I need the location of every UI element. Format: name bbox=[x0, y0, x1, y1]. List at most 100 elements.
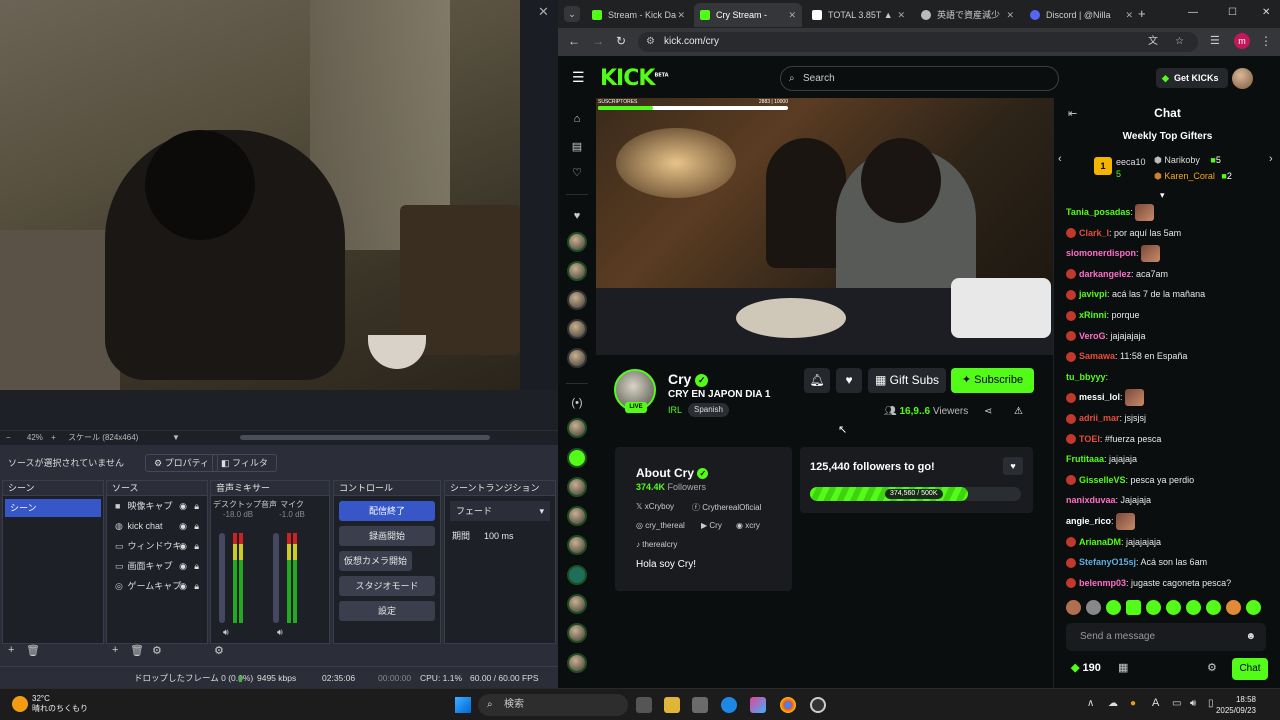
store-icon[interactable] bbox=[692, 697, 708, 713]
menu-kebab-icon[interactable]: ⋮ bbox=[1260, 34, 1272, 48]
speaker-icon[interactable]: 🔊︎ bbox=[223, 627, 229, 638]
file-explorer-icon[interactable] bbox=[664, 697, 680, 713]
add-icon[interactable]: + bbox=[112, 644, 118, 656]
eye-icon[interactable]: ◉ bbox=[179, 576, 187, 596]
forward-icon[interactable]: → bbox=[592, 34, 604, 48]
emote-icon[interactable] bbox=[1106, 600, 1121, 615]
gear-icon[interactable]: ⚙ bbox=[152, 644, 162, 657]
gift-subs-button[interactable]: ▦ Gift Subs bbox=[868, 368, 946, 393]
network-icon[interactable]: ▭ bbox=[1172, 698, 1181, 709]
tab-cry-stream[interactable]: Cry Stream - ✕ bbox=[694, 3, 802, 27]
language-tag[interactable]: Spanish bbox=[688, 403, 729, 417]
emote-icon[interactable] bbox=[1146, 600, 1161, 615]
share-icon[interactable]: ⋖ bbox=[984, 406, 992, 417]
social-link-facebook[interactable]: ⓕ CrytherealOficial bbox=[692, 502, 761, 513]
site-info-icon[interactable]: ⚙ bbox=[646, 32, 655, 52]
emote-icon[interactable] bbox=[1166, 600, 1181, 615]
recommended-channel-avatar[interactable] bbox=[567, 477, 587, 497]
copilot-icon[interactable] bbox=[750, 697, 766, 713]
send-chat-button[interactable]: Chat bbox=[1232, 658, 1268, 680]
transition-select[interactable]: フェード ▾ bbox=[450, 501, 550, 521]
social-link-instagram[interactable]: ◎ cry_thereal bbox=[636, 521, 685, 530]
close-icon[interactable]: ✕ bbox=[538, 4, 549, 20]
translate-icon[interactable]: 文 bbox=[1148, 32, 1158, 52]
chat-username[interactable]: adrii_mar bbox=[1079, 413, 1120, 423]
tab-kick-dashboard[interactable]: Stream - Kick Da ✕ bbox=[586, 3, 691, 27]
goal-heart-button[interactable]: ♥ bbox=[1003, 457, 1023, 475]
source-item[interactable]: ▭ ウィンドウキ ◉ 🔒︎ bbox=[107, 536, 207, 556]
tab-english[interactable]: 英語で資産減少 ✕ bbox=[915, 3, 1020, 27]
kick-logo[interactable]: KICKBETA bbox=[600, 66, 669, 91]
chevron-left-icon[interactable]: ‹ bbox=[1058, 153, 1062, 165]
chat-username[interactable]: nanixduvaa bbox=[1066, 495, 1116, 505]
recommended-channel-avatar[interactable] bbox=[567, 418, 587, 438]
windows-start-icon[interactable] bbox=[455, 697, 471, 713]
recommended-channel-avatar[interactable] bbox=[567, 594, 587, 614]
chat-username[interactable]: javivpi bbox=[1079, 289, 1107, 299]
kicks-balance[interactable]: ◆ 190 bbox=[1071, 661, 1101, 674]
expand-gifters-icon[interactable]: ▾ bbox=[1160, 190, 1165, 201]
source-item[interactable]: ▭ 画面キャプ ◉ 🔒︎ bbox=[107, 556, 207, 576]
source-item[interactable]: ■ 映像キャプ ◉ 🔒︎ bbox=[107, 496, 207, 516]
close-icon[interactable]: ✕ bbox=[788, 3, 796, 27]
studio-mode-button[interactable]: スタジオモード bbox=[339, 576, 435, 596]
chat-username[interactable]: siomonerdispon bbox=[1066, 248, 1136, 258]
obs-icon[interactable] bbox=[810, 697, 826, 713]
notification-bell-button[interactable]: 🔔︎ bbox=[804, 368, 830, 393]
close-icon[interactable]: ✕ bbox=[1006, 3, 1014, 27]
tab-discord[interactable]: Discord | @Nilla ✕ bbox=[1024, 3, 1139, 27]
close-icon[interactable]: ✕ bbox=[1125, 3, 1133, 27]
followed-channel-avatar[interactable] bbox=[567, 290, 587, 310]
url-input[interactable]: ⚙ kick.com/cry 文 ☆ bbox=[638, 32, 1198, 52]
recommended-channel-avatar[interactable] bbox=[567, 565, 587, 585]
gifter-rank-3[interactable]: ⬢ Karen_Coral ■2 bbox=[1154, 171, 1232, 182]
emote-icon[interactable] bbox=[1206, 600, 1221, 615]
channel-name[interactable]: Cry bbox=[668, 371, 691, 387]
recommended-channel-avatar[interactable] bbox=[567, 623, 587, 643]
tray-chevron-icon[interactable]: ∧ bbox=[1087, 698, 1094, 709]
recommended-channel-avatar[interactable] bbox=[567, 535, 587, 555]
clock[interactable]: 18:58 2025/09/23 bbox=[1216, 694, 1256, 716]
weather-icon[interactable] bbox=[12, 696, 28, 712]
eye-icon[interactable]: ◉ bbox=[179, 516, 187, 536]
chat-username[interactable]: StefanyO15sj bbox=[1079, 557, 1136, 567]
emote-icon[interactable] bbox=[1226, 600, 1241, 615]
chat-username[interactable]: ArianaDM bbox=[1079, 537, 1121, 547]
chat-settings-icon[interactable]: ⚙ bbox=[1207, 661, 1217, 674]
social-link-discord[interactable]: ◉ xcry bbox=[736, 521, 760, 530]
volume-fader[interactable] bbox=[273, 533, 279, 623]
get-kicks-button[interactable]: ◆ Get KICKs bbox=[1156, 68, 1228, 88]
chevron-right-icon[interactable]: › bbox=[1269, 153, 1273, 165]
close-icon[interactable]: ✕ bbox=[677, 3, 685, 27]
bookmark-star-icon[interactable]: ☆ bbox=[1175, 32, 1184, 52]
settings-button[interactable]: 設定 bbox=[339, 601, 435, 621]
lock-icon[interactable]: 🔒︎ bbox=[194, 536, 199, 556]
lock-icon[interactable]: 🔒︎ bbox=[194, 496, 199, 516]
close-window-icon[interactable]: ✕ bbox=[1262, 7, 1270, 18]
chat-username[interactable]: GisselleVS bbox=[1079, 475, 1126, 485]
maximize-icon[interactable]: ☐ bbox=[1228, 7, 1237, 18]
chat-username[interactable]: VeroG bbox=[1079, 331, 1106, 341]
chat-username[interactable]: Clark_l bbox=[1079, 228, 1109, 238]
cloud-icon[interactable]: ☁ bbox=[1108, 698, 1118, 709]
trash-icon[interactable]: 🗑︎ bbox=[130, 644, 144, 657]
tab-search-icon[interactable]: ⌄ bbox=[564, 6, 580, 22]
chat-username[interactable]: angie_rico bbox=[1066, 516, 1111, 526]
browse-icon[interactable]: ▤ bbox=[570, 140, 584, 154]
mixer-settings-icon[interactable]: ⚙ bbox=[214, 644, 224, 657]
chat-username[interactable]: Samawa bbox=[1079, 351, 1115, 361]
search-input[interactable]: ⌕ Search bbox=[780, 66, 1059, 91]
chat-username[interactable]: messi_lol bbox=[1079, 392, 1120, 402]
zoom-minus-icon[interactable]: − bbox=[6, 433, 11, 442]
trash-icon[interactable]: 🗑︎ bbox=[26, 644, 40, 657]
source-item[interactable]: ◎ ゲームキャプ ◉ 🔒︎ bbox=[107, 576, 207, 596]
filters-button[interactable]: ◧ フィルタ bbox=[212, 454, 277, 472]
close-icon[interactable]: ✕ bbox=[897, 3, 905, 27]
duration-input[interactable]: 100 ms bbox=[484, 531, 514, 541]
source-item[interactable]: ◍ kick chat ◉ 🔒︎ bbox=[107, 516, 207, 536]
minimize-icon[interactable]: — bbox=[1188, 7, 1198, 18]
scene-item[interactable]: シーン bbox=[5, 499, 101, 517]
add-icon[interactable]: + bbox=[8, 644, 14, 656]
chat-username[interactable]: belenmp03 bbox=[1079, 578, 1126, 588]
hamburger-icon[interactable]: ☰ bbox=[572, 69, 585, 86]
